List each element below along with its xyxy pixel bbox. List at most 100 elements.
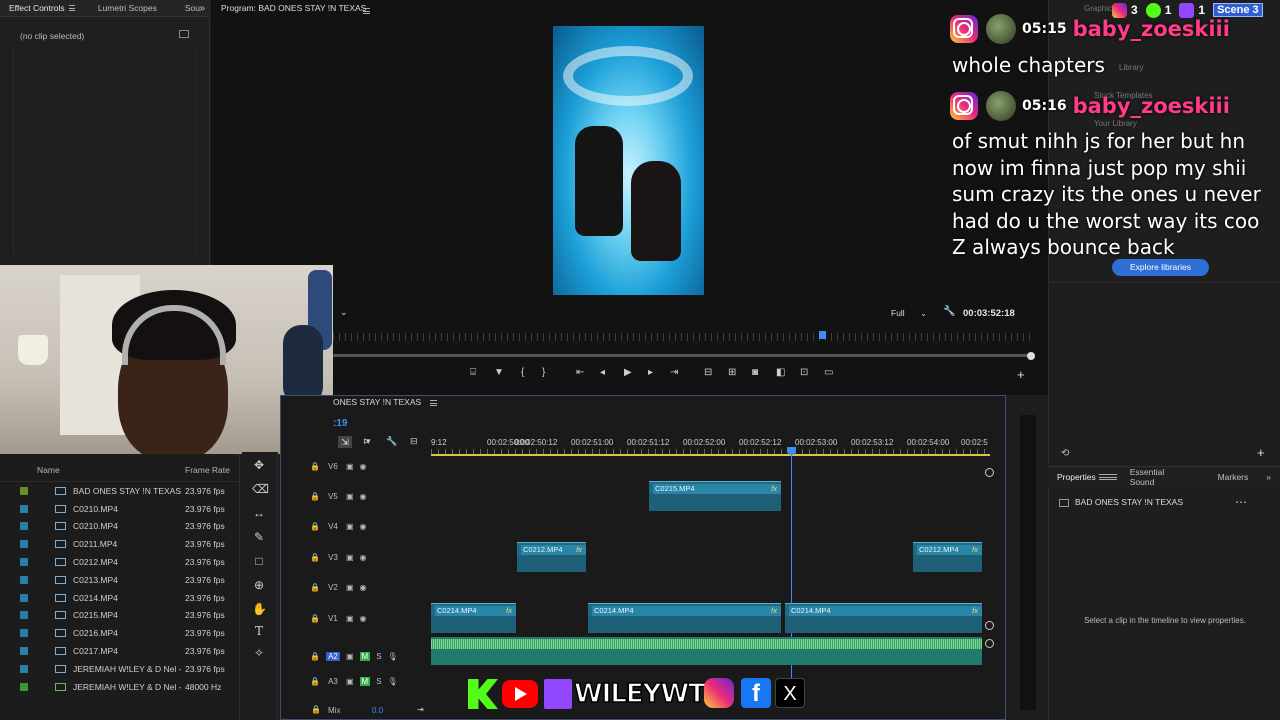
eye-icon[interactable]: ◉: [360, 492, 367, 501]
label-color-swatch[interactable]: [20, 486, 28, 495]
lock-icon[interactable]: 🔒: [310, 553, 320, 562]
list-item[interactable]: C0216.MP4 23.976 fps: [0, 624, 240, 642]
mark-out-icon[interactable]: }: [542, 368, 545, 378]
label-color-swatch[interactable]: [20, 611, 28, 620]
sync-icon[interactable]: ▣: [346, 677, 354, 686]
panel-menu-icon[interactable]: [68, 5, 76, 11]
add-button-icon[interactable]: +: [1017, 367, 1025, 382]
timeline-marker-icon[interactable]: ▾: [366, 436, 371, 447]
eye-icon[interactable]: ◉: [360, 462, 367, 471]
more-options-icon[interactable]: ⋯: [1235, 495, 1248, 509]
timeline-clip[interactable]: C0212.MP4 fx: [517, 542, 586, 572]
list-item[interactable]: C0210.MP4 23.976 fps: [0, 518, 240, 536]
list-item[interactable]: C0213.MP4 23.976 fps: [0, 571, 240, 589]
timeline-wrench-icon[interactable]: 🔧: [386, 436, 397, 447]
timeline-clip[interactable]: C0214.MP4 fx: [431, 603, 516, 633]
captions-icon[interactable]: ⊟: [410, 436, 418, 447]
solo-icon[interactable]: S: [376, 652, 381, 661]
step-forward-icon[interactable]: ▸: [648, 368, 653, 378]
compare-icon[interactable]: ◧: [776, 368, 785, 378]
monitor-ruler[interactable]: [333, 333, 1033, 341]
timeline-clip[interactable]: C0214.MP4 fx: [785, 603, 982, 633]
fx-badge[interactable]: fx: [506, 606, 512, 615]
label-color-swatch[interactable]: [20, 522, 28, 531]
rotate-icon[interactable]: ⟲: [1061, 448, 1069, 459]
label-color-swatch[interactable]: [20, 629, 28, 638]
extract-icon[interactable]: ⊞: [728, 368, 736, 378]
monitor-playhead[interactable]: [819, 331, 826, 339]
lock-icon[interactable]: 🔒: [310, 583, 320, 592]
lock-icon[interactable]: 🔒: [310, 492, 320, 501]
list-item[interactable]: C0215.MP4 23.976 fps: [0, 607, 240, 625]
timeline-clip[interactable]: C0212.MP4 fx: [913, 542, 982, 572]
slip-tool-icon[interactable]: ↔: [252, 506, 266, 520]
tab-markers[interactable]: Markers: [1209, 472, 1258, 482]
fx-badge[interactable]: fx: [576, 545, 582, 554]
go-to-in-icon[interactable]: ⇤: [576, 368, 584, 378]
overflow-chevron-icon[interactable]: »: [199, 3, 205, 14]
timeline-clip[interactable]: C0215.MP4 fx: [649, 481, 781, 511]
scroll-handle-audio[interactable]: [985, 639, 994, 648]
selection-tool-icon[interactable]: ✥: [252, 458, 266, 472]
export-frame-icon[interactable]: ⌸: [470, 368, 476, 378]
track-name[interactable]: V4: [326, 522, 340, 531]
label-color-swatch[interactable]: [20, 540, 28, 549]
fx-badge[interactable]: fx: [972, 606, 978, 615]
track-name[interactable]: V6: [326, 462, 340, 471]
collapse-chevron-icon[interactable]: ⌄: [340, 307, 352, 319]
fx-badge[interactable]: fx: [972, 545, 978, 554]
timeline-scrollbar[interactable]: [985, 465, 993, 705]
go-to-out-icon[interactable]: ⇥: [670, 368, 678, 378]
safe-margins-icon[interactable]: ⊡: [800, 368, 808, 378]
tab-properties[interactable]: Properties: [1048, 472, 1105, 482]
vr-icon[interactable]: ▭: [824, 368, 833, 378]
tab-effect-controls[interactable]: Effect Controls: [0, 3, 74, 13]
track-name[interactable]: A3: [326, 677, 340, 686]
razor-tool-icon[interactable]: ⌫: [252, 482, 269, 496]
monitor-zoom-bar[interactable]: [333, 354, 1033, 357]
program-video-frame[interactable]: [553, 26, 704, 295]
column-name-header[interactable]: Name: [37, 465, 60, 479]
eye-icon[interactable]: ◉: [360, 614, 367, 623]
properties-menu-icon[interactable]: [1098, 473, 1117, 480]
play-icon[interactable]: ▶: [624, 368, 632, 378]
solo-icon[interactable]: S: [376, 677, 381, 686]
column-frame-rate-header[interactable]: Frame Rate: [185, 465, 230, 479]
eye-icon[interactable]: ◉: [360, 553, 367, 562]
label-color-swatch[interactable]: [20, 575, 28, 584]
label-color-swatch[interactable]: [20, 682, 28, 691]
sync-icon[interactable]: ▣: [346, 522, 354, 531]
label-color-swatch[interactable]: [20, 647, 28, 656]
tab-lumetri-scopes[interactable]: Lumetri Scopes: [89, 3, 166, 13]
lock-icon[interactable]: 🔒: [310, 522, 320, 531]
scroll-handle-bottom[interactable]: [985, 621, 994, 630]
lock-icon[interactable]: 🔒: [310, 652, 320, 661]
sync-icon[interactable]: ▣: [346, 614, 354, 623]
mute-icon[interactable]: M: [359, 676, 371, 686]
work-area-bar[interactable]: [431, 454, 990, 456]
list-item[interactable]: JEREMIAH W!LEY & D Nel -48000 Hz: [0, 678, 240, 696]
tab-essential-sound[interactable]: Essential Sound: [1121, 467, 1181, 487]
collapse-panel-icon[interactable]: [179, 30, 189, 38]
sync-icon[interactable]: ▣: [346, 583, 354, 592]
zoom-tool-icon[interactable]: ⊕: [252, 578, 266, 592]
track-name[interactable]: V5: [326, 492, 340, 501]
eye-icon[interactable]: ◉: [360, 522, 367, 531]
sequence-tab[interactable]: ONES STAY !N TEXAS: [333, 397, 421, 407]
track-name[interactable]: V1: [326, 614, 340, 623]
sync-icon[interactable]: ▣: [346, 652, 354, 661]
lock-icon[interactable]: 🔒: [310, 462, 320, 471]
audio-clip-a2[interactable]: [431, 637, 982, 665]
mark-in-icon[interactable]: {: [521, 368, 524, 378]
label-color-swatch[interactable]: [20, 504, 28, 513]
generate-tool-icon[interactable]: ✧: [252, 646, 266, 660]
lock-icon[interactable]: 🔒: [310, 677, 320, 686]
track-name[interactable]: V3: [326, 553, 340, 562]
pen-tool-icon[interactable]: ✎: [252, 530, 266, 544]
lock-icon[interactable]: 🔒: [310, 614, 320, 623]
microphone-icon[interactable]: 🎙: [388, 652, 398, 661]
sync-icon[interactable]: ▣: [346, 462, 354, 471]
lift-icon[interactable]: ⊟: [704, 368, 712, 378]
list-item[interactable]: C0212.MP4 23.976 fps: [0, 553, 240, 571]
microphone-icon[interactable]: 🎙: [388, 677, 398, 686]
